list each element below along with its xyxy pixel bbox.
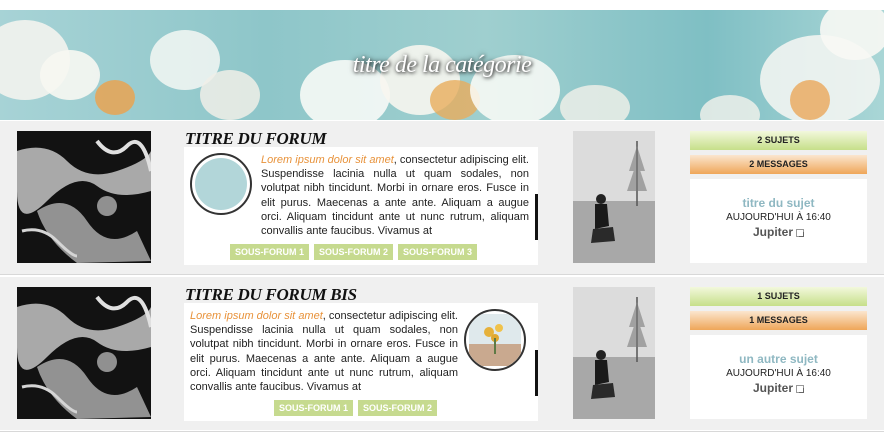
subforum-link[interactable]: SOUS-FORUM 1	[230, 244, 310, 260]
subforum-list: SOUS-FORUM 1 SOUS-FORUM 2	[274, 400, 438, 416]
forum-stats: 1 SUJETS 1 MESSAGES un autre sujet AUJOU…	[690, 287, 867, 419]
forum-description: Lorem ipsum dolor sit amet, consectetur …	[184, 303, 538, 421]
description-text: Lorem ipsum dolor sit amet, consectetur …	[190, 310, 458, 394]
last-post-date: AUJOURD'HUI À 16:40	[726, 212, 831, 223]
category-title[interactable]: titre de la catégorie	[0, 52, 884, 79]
forum-row: TITRE DU FORUM Lorem ipsum dolor sit ame…	[0, 121, 884, 274]
category-banner: titre de la catégorie	[0, 10, 884, 120]
goto-last-post-icon[interactable]	[796, 229, 804, 237]
forum-row: TITRE DU FORUM BIS Lorem ipsum dolor sit…	[0, 277, 884, 430]
forum-photo	[573, 287, 655, 419]
subforum-link[interactable]: SOUS-FORUM 1	[274, 400, 354, 416]
scrollbar[interactable]	[535, 194, 538, 240]
description-highlight: Lorem ipsum dolor sit amet	[190, 310, 323, 322]
forum-description: Lorem ipsum dolor sit amet, consectetur …	[184, 147, 538, 265]
goto-last-post-icon[interactable]	[796, 385, 804, 393]
last-post-title[interactable]: un autre sujet	[690, 352, 867, 366]
last-post-user: Jupiter	[690, 381, 867, 395]
scrollbar[interactable]	[535, 350, 538, 396]
forum-icon-circle	[464, 309, 526, 371]
topics-count: 2 SUJETS	[690, 131, 867, 150]
messages-count: 2 MESSAGES	[690, 155, 867, 174]
description-highlight: Lorem ipsum dolor sit amet	[261, 154, 394, 166]
subforum-link[interactable]: SOUS-FORUM 3	[398, 244, 478, 260]
last-post-author[interactable]: Jupiter	[753, 381, 793, 395]
topics-count: 1 SUJETS	[690, 287, 867, 306]
description-text: Lorem ipsum dolor sit amet, consectetur …	[261, 154, 529, 238]
last-post: titre du sujet AUJOURD'HUI À 16:40 Jupit…	[690, 179, 867, 263]
forum-thumbnail[interactable]	[17, 287, 151, 419]
last-post-date: AUJOURD'HUI À 16:40	[726, 368, 831, 379]
forum-icon-circle	[190, 153, 252, 215]
last-post-title[interactable]: titre du sujet	[690, 196, 867, 210]
messages-count: 1 MESSAGES	[690, 311, 867, 330]
forum-thumbnail[interactable]	[17, 131, 151, 263]
subforum-link[interactable]: SOUS-FORUM 2	[314, 244, 394, 260]
forum-photo	[573, 131, 655, 263]
last-post-user: Jupiter	[690, 225, 867, 239]
subforum-link[interactable]: SOUS-FORUM 2	[358, 400, 438, 416]
last-post: un autre sujet AUJOURD'HUI À 16:40 Jupit…	[690, 335, 867, 419]
row-divider	[0, 274, 884, 275]
last-post-author[interactable]: Jupiter	[753, 225, 793, 239]
row-divider	[0, 431, 884, 432]
subforum-list: SOUS-FORUM 1 SOUS-FORUM 2 SOUS-FORUM 3	[230, 244, 478, 260]
forum-stats: 2 SUJETS 2 MESSAGES titre du sujet AUJOU…	[690, 131, 867, 263]
forum-title[interactable]: TITRE DU FORUM	[185, 129, 327, 149]
forum-title[interactable]: TITRE DU FORUM BIS	[185, 285, 357, 305]
